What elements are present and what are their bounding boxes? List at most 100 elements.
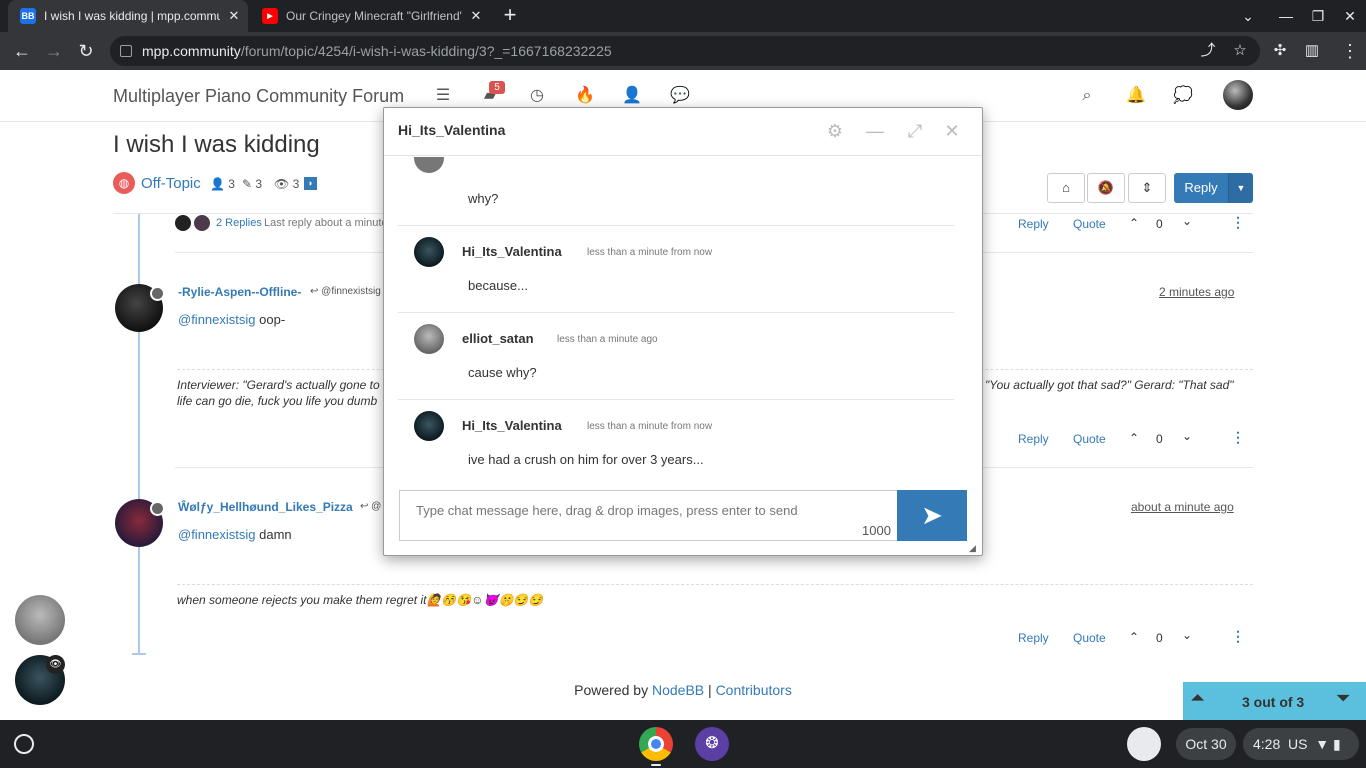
wifi-icon: ▼ bbox=[1315, 736, 1330, 752]
message-avatar[interactable] bbox=[414, 411, 444, 441]
quote-link[interactable]: Quote bbox=[1073, 217, 1106, 231]
address-bar[interactable]: mpp.community/forum/topic/4254/i-wish-i-… bbox=[110, 36, 1260, 66]
globe-icon[interactable]: ◍ bbox=[113, 172, 135, 194]
close-tab-icon[interactable]: ✕ bbox=[468, 8, 484, 24]
popular-fire-icon[interactable]: 🔥 bbox=[575, 86, 595, 106]
side-panel-icon[interactable]: ▥ bbox=[1302, 41, 1322, 61]
message-author[interactable]: Hi_Its_Valentina bbox=[462, 244, 562, 259]
close-window-icon[interactable]: ✕ bbox=[1340, 6, 1360, 26]
tab-youtube[interactable]: ▶ Our Cringey Minecraft "Girlfriend" ✕ bbox=[250, 0, 490, 32]
tab-forum[interactable]: BB I wish I was kidding | mpp.community … bbox=[8, 0, 248, 32]
bookmark-star-icon[interactable]: ☆ bbox=[1231, 42, 1249, 60]
post-author-name[interactable]: Ŵølƒy_Hellhøund_Likes_Pizza bbox=[178, 500, 353, 514]
replier-avatar[interactable] bbox=[194, 215, 210, 231]
menu-icon[interactable]: ⋮ bbox=[1340, 41, 1360, 61]
character-counter: 1000 bbox=[862, 523, 891, 538]
minimize-window-icon[interactable]: — bbox=[1276, 6, 1296, 26]
mark-unread-button[interactable]: ⌂ bbox=[1047, 173, 1085, 203]
restore-window-icon[interactable]: ❐ bbox=[1308, 6, 1328, 26]
double-chevron-up-icon[interactable]: ⏶ bbox=[1191, 690, 1204, 708]
post-pagination[interactable]: ⏶ 3 out of 3 ⏷ bbox=[1183, 682, 1366, 720]
date-tray[interactable]: Oct 30 bbox=[1176, 728, 1236, 760]
recent-clock-icon[interactable]: ◷ bbox=[527, 86, 547, 106]
downvote-icon[interactable]: ⌄ bbox=[1180, 214, 1194, 228]
quote-link[interactable]: Quote bbox=[1073, 631, 1106, 645]
nodebb-link[interactable]: NodeBB bbox=[652, 682, 704, 698]
search-icon[interactable]: ⌕ bbox=[1077, 86, 1097, 106]
double-chevron-down-icon[interactable]: ⏷ bbox=[1337, 690, 1350, 708]
minimize-icon[interactable]: — bbox=[864, 120, 886, 142]
upvote-icon[interactable]: ⌃ bbox=[1127, 431, 1141, 445]
resize-handle-icon[interactable]: ◢ bbox=[969, 543, 979, 553]
sort-button[interactable]: ⇕ bbox=[1128, 173, 1166, 203]
close-tab-icon[interactable]: ✕ bbox=[226, 8, 242, 24]
posts-stat: ✎ 3 bbox=[242, 177, 263, 191]
post-author-name[interactable]: -Rylie-Aspen--Offline- bbox=[178, 285, 301, 299]
chat-message-list[interactable]: why? Hi_Its_Valentina less than a minute… bbox=[398, 157, 954, 475]
forward-icon[interactable]: → bbox=[44, 41, 64, 61]
share-icon[interactable]: ⤴ bbox=[1199, 42, 1217, 60]
groups-chat-icon[interactable]: 💬 bbox=[670, 86, 690, 106]
message-time: less than a minute from now bbox=[587, 421, 713, 432]
message-avatar[interactable] bbox=[414, 324, 444, 354]
launcher-circle-icon[interactable] bbox=[14, 734, 34, 754]
back-icon[interactable]: ← bbox=[12, 41, 32, 61]
post-menu-icon[interactable]: ⋮ bbox=[1231, 429, 1245, 446]
upvote-icon[interactable]: ⌃ bbox=[1127, 216, 1141, 230]
chat-scrollbar[interactable] bbox=[968, 157, 980, 475]
quote-link[interactable]: Quote bbox=[1073, 432, 1106, 446]
downvote-icon[interactable]: ⌄ bbox=[1180, 628, 1194, 642]
post-menu-icon[interactable]: ⋮ bbox=[1231, 628, 1245, 645]
message-avatar[interactable] bbox=[414, 157, 444, 173]
reply-options-caret-icon[interactable]: ▼ bbox=[1228, 173, 1253, 203]
vote-count: 0 bbox=[1156, 631, 1163, 645]
url-text[interactable]: mpp.community/forum/topic/4254/i-wish-i-… bbox=[142, 43, 612, 59]
site-info-icon[interactable] bbox=[120, 45, 132, 57]
upvote-icon[interactable]: ⌃ bbox=[1127, 630, 1141, 644]
categories-list-icon[interactable]: ☰ bbox=[433, 86, 453, 106]
reply-to-link[interactable]: ↩ @ bbox=[360, 501, 381, 512]
close-icon[interactable]: ✕ bbox=[941, 120, 963, 142]
replier-avatar[interactable] bbox=[175, 215, 191, 231]
topic-reply-button[interactable]: Reply bbox=[1174, 173, 1228, 203]
reply-to-link[interactable]: ↩ @finnexistsig bbox=[310, 286, 381, 297]
send-button[interactable]: ➤ bbox=[897, 490, 967, 541]
user-mention[interactable]: @finnexistsig bbox=[178, 527, 256, 542]
reply-link[interactable]: Reply bbox=[1018, 217, 1049, 231]
contributors-link[interactable]: Contributors bbox=[716, 682, 792, 698]
reload-icon[interactable]: ↻ bbox=[76, 41, 96, 61]
post-timestamp[interactable]: about a minute ago bbox=[1131, 500, 1234, 514]
message-avatar[interactable] bbox=[414, 237, 444, 267]
status-tray[interactable]: 4:28 US ▼ ▮ bbox=[1243, 728, 1359, 760]
new-tab-button[interactable]: + bbox=[498, 4, 522, 28]
post-menu-icon[interactable]: ⋮ bbox=[1231, 214, 1245, 231]
chat-dock-avatar[interactable] bbox=[15, 595, 65, 645]
extensions-icon[interactable]: ✣ bbox=[1270, 41, 1290, 61]
tab-search-chevron-icon[interactable]: ⌄ bbox=[1238, 6, 1258, 26]
reply-link[interactable]: Reply bbox=[1018, 631, 1049, 645]
reply-link[interactable]: Reply bbox=[1018, 432, 1049, 446]
app-icon[interactable]: ❂ bbox=[695, 727, 729, 761]
message-author[interactable]: elliot_satan bbox=[462, 331, 534, 346]
replies-link[interactable]: 2 Replies bbox=[216, 217, 262, 229]
inbox-tray-icon: ⌂ bbox=[1062, 180, 1070, 195]
post-timestamp[interactable]: 2 minutes ago bbox=[1159, 285, 1234, 299]
gear-icon[interactable]: ⚙ bbox=[824, 120, 846, 142]
downvote-icon[interactable]: ⌄ bbox=[1180, 429, 1194, 443]
watch-toggle-button[interactable]: 🔕 bbox=[1087, 173, 1125, 203]
users-icon[interactable]: 👤 bbox=[622, 86, 642, 106]
forum-brand-title[interactable]: Multiplayer Piano Community Forum bbox=[113, 86, 404, 107]
post-content: @finnexistsig oop- bbox=[178, 312, 286, 327]
holding-space-thumbnail[interactable] bbox=[1127, 727, 1161, 761]
expand-icon[interactable]: ⤢ bbox=[904, 120, 926, 142]
chrome-app-icon[interactable] bbox=[639, 727, 673, 761]
user-avatar[interactable] bbox=[1223, 80, 1253, 110]
user-mention[interactable]: @finnexistsig bbox=[178, 312, 256, 327]
message-author[interactable]: Hi_Its_Valentina bbox=[462, 418, 562, 433]
rss-icon[interactable]: ◗ bbox=[304, 177, 317, 190]
chats-icon[interactable]: 💭 bbox=[1173, 86, 1193, 106]
message-divider bbox=[398, 399, 954, 400]
category-link[interactable]: Off-Topic bbox=[141, 175, 201, 192]
chat-message-input[interactable] bbox=[399, 490, 898, 541]
notifications-bell-icon[interactable]: 🔔 bbox=[1126, 86, 1146, 106]
